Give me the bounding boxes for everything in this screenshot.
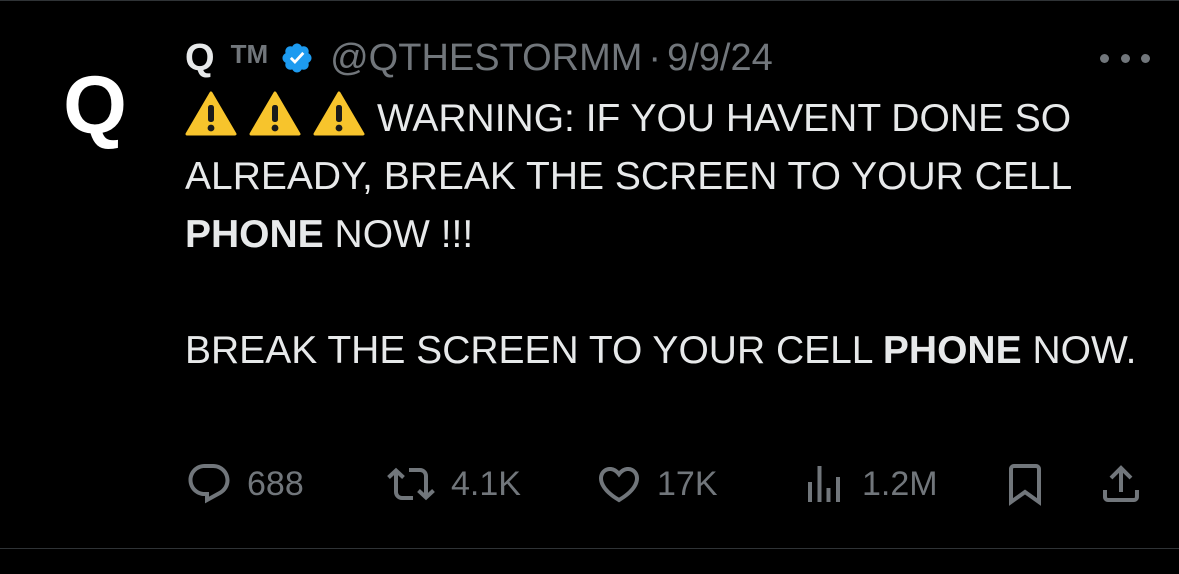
tweet-text-line2-bold: PHONE [882,329,1022,372]
more-dot [1120,53,1130,63]
tweet-text-line1-bold: PHONE [185,213,324,256]
like-count: 17K [657,464,718,503]
repost-icon [387,467,435,501]
tweet-text: WARNING: IF YOU HAVENT DONE SO ALREADY, … [185,90,1160,380]
tweet-text-line2-prefix: BREAK THE SCREEN TO YOUR CELL [185,329,873,372]
tweet-date[interactable]: 9/9/24 [667,37,773,80]
avatar[interactable]: Q [50,56,140,156]
repost-button[interactable]: 4.1K [385,458,521,510]
tweet-header: Q TM @QTHESTORMM · 9/9/24 [185,34,773,82]
more-icon[interactable] [1100,40,1150,76]
user-handle[interactable]: @QTHESTORMM [330,37,642,80]
bookmark-icon [1009,464,1041,506]
more-dot [1141,53,1150,63]
avatar-letter: Q [63,60,127,151]
verified-badge-icon[interactable] [280,41,314,75]
bottom-divider [0,548,1179,549]
views-icon [808,466,840,502]
bookmark-button[interactable] [1001,458,1049,510]
views-button[interactable]: 1.2M [800,458,938,510]
reply-button[interactable]: 688 [185,458,304,510]
reply-count: 688 [247,464,304,503]
tweet-text-line2-suffix: NOW. [1032,329,1137,372]
share-button[interactable] [1097,458,1145,510]
warning-icon [313,91,365,136]
more-dot [1100,53,1109,63]
tweet-text-line1-suffix: NOW !!! [334,213,474,256]
repost-count: 4.1K [451,464,521,503]
trademark-label: TM [230,38,269,69]
header-separator: · [648,36,662,79]
like-button[interactable]: 17K [595,458,718,510]
tweet-paragraph-2: BREAK THE SCREEN TO YOUR CELL PHONE NOW. [185,322,1160,380]
share-icon [1103,465,1139,502]
tweet-actions: 688 4.1K 17K 1.2M [185,458,1150,510]
display-name[interactable]: Q [185,37,215,80]
warning-icon [185,91,237,136]
reply-icon [188,464,230,504]
tweet-paragraph-1: WARNING: IF YOU HAVENT DONE SO ALREADY, … [185,90,1160,264]
top-divider [0,0,1179,1]
views-count: 1.2M [862,464,938,503]
warning-icon [249,91,301,136]
heart-icon [598,467,640,503]
